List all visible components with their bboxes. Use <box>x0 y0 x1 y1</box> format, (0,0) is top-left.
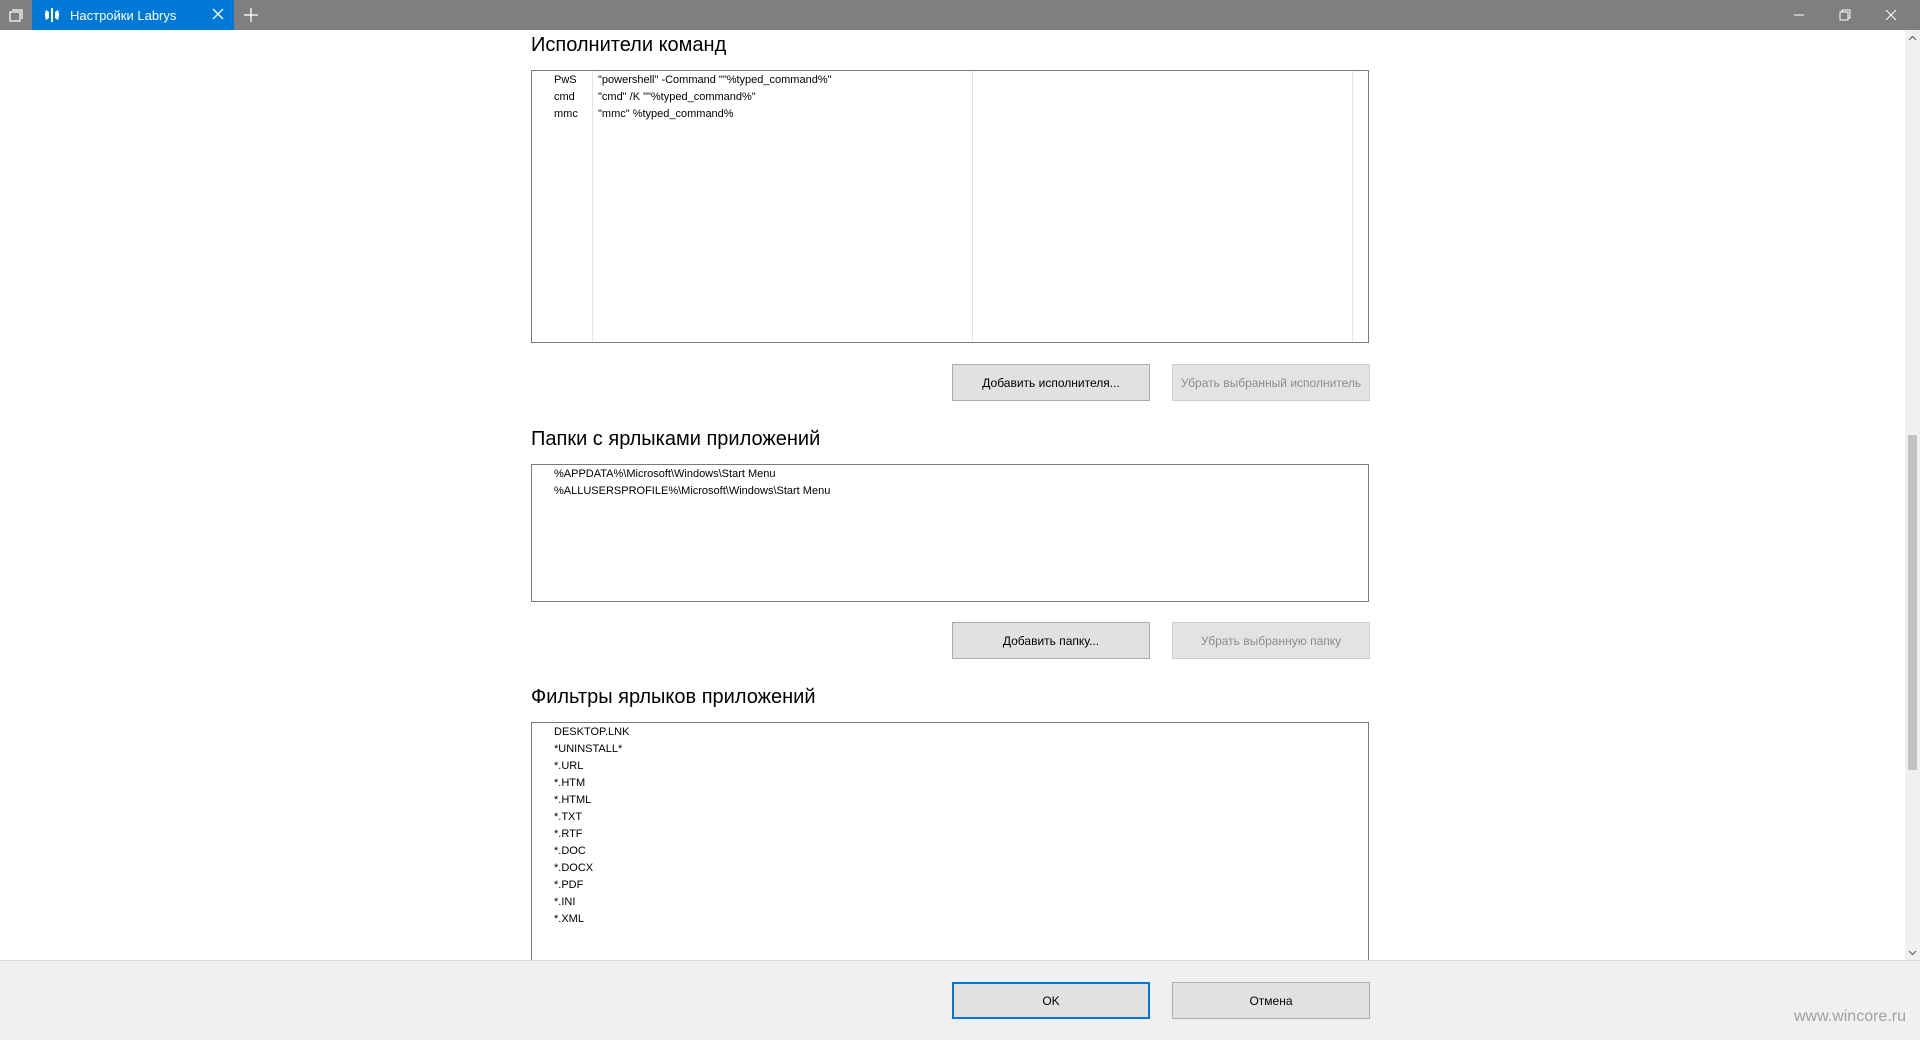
list-item[interactable]: *.PDF <box>532 877 1368 894</box>
list-item[interactable]: *UNINSTALL* <box>532 741 1368 758</box>
executor-command: "mmc" %typed_command% <box>598 108 734 120</box>
executor-name: mmc <box>554 108 578 120</box>
list-item[interactable]: %APPDATA%\Microsoft\Windows\Start Menu <box>532 466 1368 483</box>
grid-column-divider <box>1352 71 1353 342</box>
folders-list[interactable]: %APPDATA%\Microsoft\Windows\Start Menu %… <box>531 464 1369 602</box>
list-item[interactable]: *.DOC <box>532 843 1368 860</box>
list-item[interactable]: *.DOCX <box>532 860 1368 877</box>
minimize-icon <box>1794 14 1804 16</box>
filters-heading: Фильтры ярлыков приложений <box>531 686 816 708</box>
watermark: www.wincore.ru <box>1793 1008 1906 1025</box>
list-item[interactable]: DESKTOP.LNK <box>532 724 1368 741</box>
restore-button[interactable] <box>1822 0 1868 30</box>
task-switcher-icon[interactable] <box>0 0 32 30</box>
remove-executor-button[interactable]: Убрать выбранный исполнитель <box>1172 364 1370 401</box>
list-item[interactable]: *.HTM <box>532 775 1368 792</box>
folders-heading: Папки с ярлыками приложений <box>531 428 821 450</box>
close-icon <box>1885 9 1897 21</box>
list-item[interactable]: *.URL <box>532 758 1368 775</box>
vertical-scrollbar[interactable] <box>1905 30 1920 960</box>
title-bar: Настройки Labrys <box>0 0 1920 30</box>
grid-column-divider <box>592 71 593 342</box>
list-item[interactable]: *.RTF <box>532 826 1368 843</box>
grid-column-divider <box>972 71 973 342</box>
new-tab-icon[interactable] <box>242 6 260 24</box>
list-item[interactable]: *.INI <box>532 894 1368 911</box>
executor-command: "cmd" /K ""%typed_command%" <box>598 91 756 103</box>
settings-content: Исполнители команд PwS "powershell" -Com… <box>0 30 1905 960</box>
filters-list[interactable]: DESKTOP.LNK *UNINSTALL* *.URL *.HTM *.HT… <box>531 722 1369 960</box>
add-executor-button[interactable]: Добавить исполнителя... <box>952 364 1150 401</box>
minimize-button[interactable] <box>1776 0 1822 30</box>
add-folder-button[interactable]: Добавить папку... <box>952 622 1150 659</box>
list-item[interactable]: *.XML <box>532 911 1368 928</box>
labrys-app-icon <box>44 7 60 23</box>
tab-settings[interactable]: Настройки Labrys <box>32 0 234 30</box>
executors-heading: Исполнители команд <box>531 34 727 56</box>
close-window-button[interactable] <box>1868 0 1914 30</box>
executor-name: cmd <box>554 91 575 103</box>
ok-button[interactable]: OK <box>952 982 1150 1019</box>
list-item[interactable]: *.TXT <box>532 809 1368 826</box>
executors-grid[interactable]: PwS "powershell" -Command ""%typed_comma… <box>531 70 1369 343</box>
dialog-footer: OK Отмена www.wincore.ru <box>0 960 1920 1040</box>
scroll-down-icon[interactable] <box>1905 945 1920 960</box>
scroll-up-icon[interactable] <box>1905 30 1920 45</box>
tab-title: Настройки Labrys <box>70 8 177 23</box>
executor-command: "powershell" -Command ""%typed_command%" <box>598 74 832 86</box>
scrollbar-thumb[interactable] <box>1908 435 1917 770</box>
list-item[interactable]: *.HTML <box>532 792 1368 809</box>
list-item[interactable]: %ALLUSERSPROFILE%\Microsoft\Windows\Star… <box>532 483 1368 500</box>
restore-icon <box>1839 9 1851 21</box>
executor-name: PwS <box>554 74 577 86</box>
close-tab-icon[interactable] <box>210 6 226 22</box>
cancel-button[interactable]: Отмена <box>1172 982 1370 1019</box>
remove-folder-button[interactable]: Убрать выбранную папку <box>1172 622 1370 659</box>
